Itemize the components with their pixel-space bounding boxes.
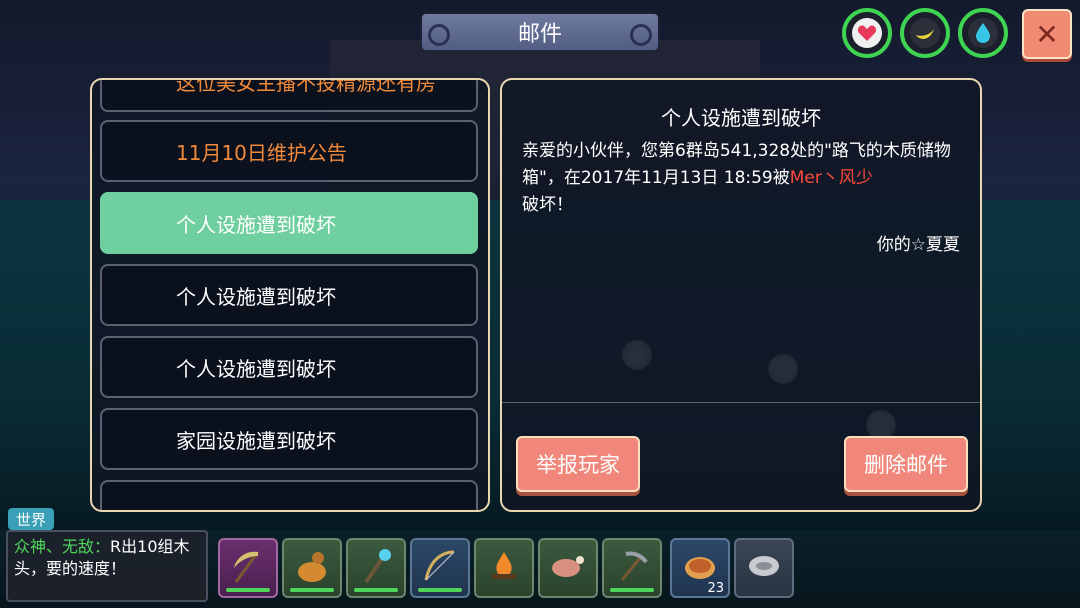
hotbar-slot-3[interactable] — [346, 538, 406, 598]
hotbar-slot-4[interactable] — [410, 538, 470, 598]
hotbar-slot-7[interactable] — [602, 538, 662, 598]
hunger-status[interactable] — [900, 8, 950, 58]
hotbar-slot-1[interactable] — [218, 538, 278, 598]
mail-item[interactable] — [100, 480, 478, 510]
mail-item[interactable]: 这位美女主播不投精源还有房 — [100, 78, 478, 112]
mail-title-banner: 邮件 — [422, 14, 658, 50]
mail-item-label: 11月10日维护公告 — [176, 140, 347, 165]
durability-bar — [290, 588, 334, 592]
mail-item-announcement[interactable]: 11月10日维护公告 — [100, 120, 478, 182]
banner-ornament-right — [630, 24, 652, 46]
mail-item-label: 个人设施遭到破坏 — [176, 284, 336, 309]
banner-ornament-left — [428, 24, 450, 46]
durability-bar — [226, 588, 270, 592]
chat-sender: 众神、无敌： — [14, 537, 111, 556]
hotbar-slot-2[interactable] — [282, 538, 342, 598]
item-count: 23 — [707, 581, 724, 596]
mail-item-label: 这位美女主播不投精源还有房 — [176, 78, 436, 95]
gourd-icon — [292, 546, 332, 590]
durability-bar — [418, 588, 462, 592]
attacker-name: Mer丶风少 — [789, 168, 873, 188]
thirst-status[interactable] — [958, 8, 1008, 58]
pickaxe-icon — [612, 546, 652, 590]
mail-item-label: 个人设施遭到破坏 — [176, 356, 336, 381]
hotbar-slot-8[interactable]: 23 — [670, 538, 730, 598]
durability-bar — [610, 588, 654, 592]
staff-icon — [356, 546, 396, 590]
scythe-icon — [228, 546, 268, 590]
meat-icon — [548, 546, 588, 590]
mail-body-text-end: 破坏！ — [522, 195, 573, 215]
chat-tab-world[interactable]: 世界 — [8, 508, 54, 530]
banana-icon — [910, 18, 940, 48]
mail-detail-title: 个人设施遭到破坏 — [661, 106, 821, 130]
water-drop-icon — [968, 18, 998, 48]
hotbar-slot-9[interactable] — [734, 538, 794, 598]
page-title: 邮件 — [517, 22, 562, 47]
campfire-icon — [484, 546, 524, 590]
close-button[interactable]: ✕ — [1022, 9, 1072, 59]
chat-box[interactable]: 众神、无敌：R出10组木头，要的速度！ — [6, 530, 208, 602]
delete-mail-button[interactable]: 删除邮件 — [844, 436, 968, 492]
mail-item[interactable]: 个人设施遭到破坏 — [100, 264, 478, 326]
mail-item[interactable]: 个人设施遭到破坏 — [100, 336, 478, 398]
mail-detail-panel: 个人设施遭到破坏 亲爱的小伙伴，您第6群岛541,328处的"路飞的木质储物箱"… — [500, 78, 982, 512]
hotbar-slot-6[interactable] — [538, 538, 598, 598]
mail-item[interactable]: 家园设施遭到破坏 — [100, 408, 478, 470]
mail-item-label: 家园设施遭到破坏 — [176, 428, 336, 453]
heart-icon — [852, 18, 882, 48]
hotbar-slot-5[interactable] — [474, 538, 534, 598]
durability-bar — [354, 588, 398, 592]
mail-list-panel[interactable]: 这位美女主播不投精源还有房 11月10日维护公告 个人设施遭到破坏 个人设施遭到… — [90, 78, 490, 512]
mail-detail-body: 亲爱的小伙伴，您第6群岛541,328处的"路飞的木质储物箱"，在2017年11… — [522, 138, 962, 219]
mail-body-text: 亲爱的小伙伴，您第6群岛541,328处的"路飞的木质储物箱"，在2017年11… — [522, 141, 951, 188]
report-player-button[interactable]: 举报玩家 — [516, 436, 640, 492]
stone-icon — [744, 546, 784, 590]
mail-item-label: 个人设施遭到破坏 — [176, 212, 336, 237]
bow-icon — [420, 546, 460, 590]
mail-signature: 你的☆夏夏 — [876, 235, 960, 255]
mail-item-selected[interactable]: 个人设施遭到破坏 — [100, 192, 478, 254]
divider — [502, 402, 980, 403]
health-status[interactable] — [842, 8, 892, 58]
close-icon: ✕ — [1035, 17, 1059, 51]
